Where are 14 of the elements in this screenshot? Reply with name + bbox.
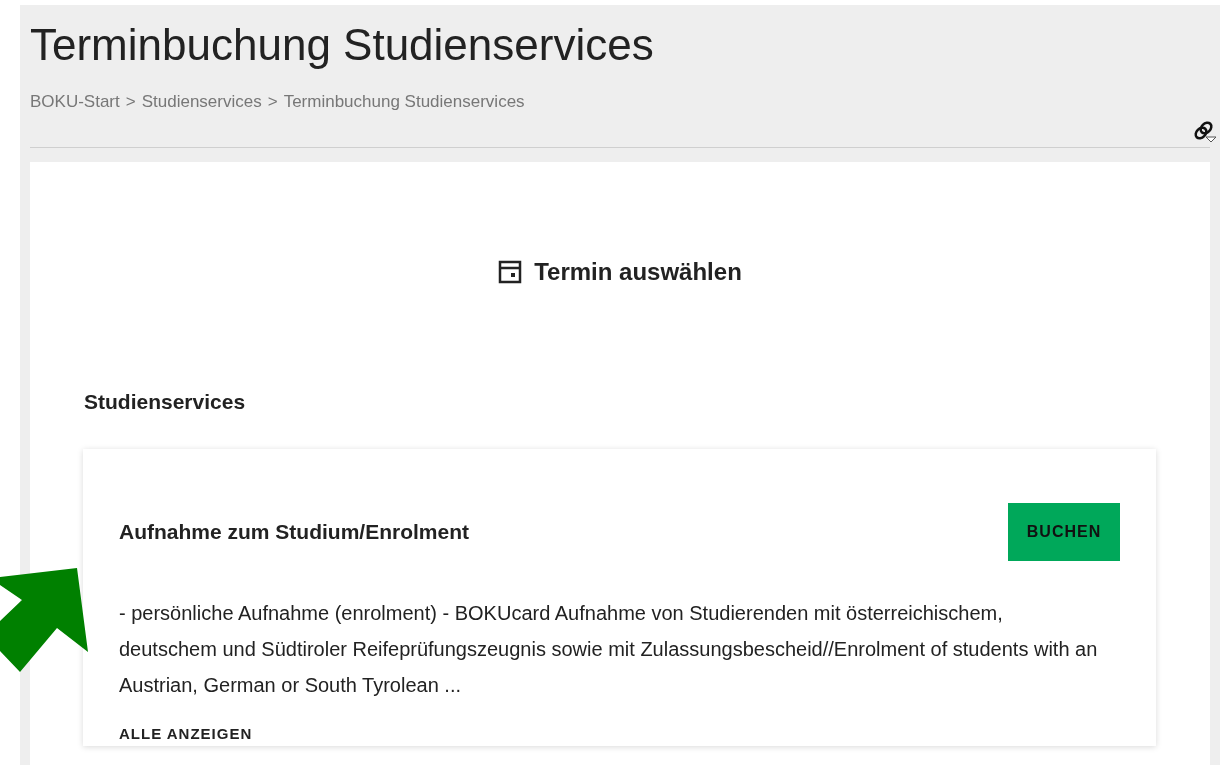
breadcrumb-link[interactable]: Studienservices (141, 89, 262, 115)
breadcrumb-separator: > (125, 91, 136, 113)
show-all-link[interactable]: ALLE ANZEIGEN (119, 723, 253, 746)
book-button[interactable]: BUCHEN (1008, 503, 1120, 561)
breadcrumb-link[interactable]: Terminbuchung Studienservices (283, 89, 525, 115)
service-title: Aufnahme zum Studium/Enrolment (119, 519, 469, 546)
category-heading: Studienservices (84, 388, 247, 415)
calendar-icon (498, 259, 523, 284)
breadcrumb-link[interactable]: BOKU-Start (30, 89, 120, 115)
page-title: Terminbuchung Studienservices (30, 19, 655, 71)
breadcrumb-separator: > (267, 91, 278, 113)
service-description: - persönliche Aufnahme (enrolment) - BOKUcard Aufnahme von Studierenden mit österreichischem, deutschem und Südtiroler Reifeprüfungszeugnis sowie mit Zulassungsbescheid//Enrolment of students with an Austrian, German or South Tyrolean ... (119, 601, 1099, 698)
section-heading: Termin auswählen (534, 256, 742, 287)
link-icon[interactable] (1192, 120, 1218, 143)
